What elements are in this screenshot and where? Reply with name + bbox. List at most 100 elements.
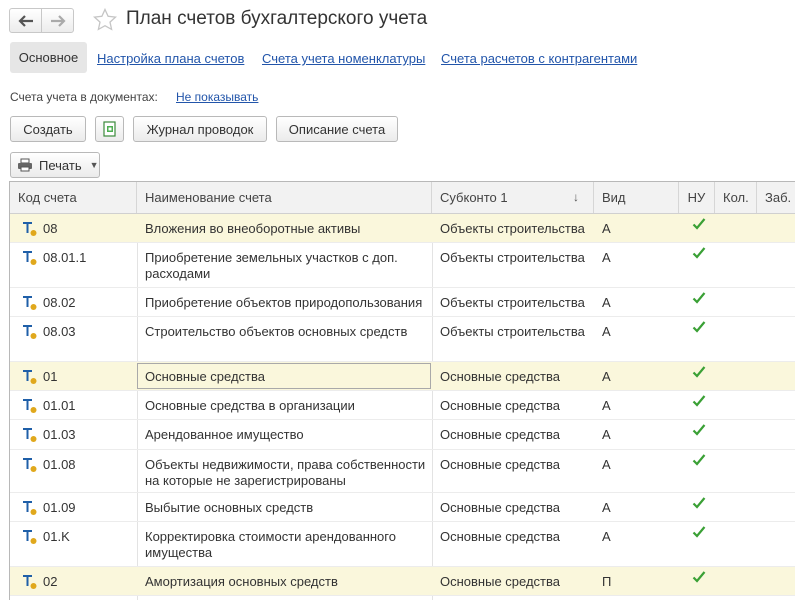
page-title: План счетов бухгалтерского учета [126,8,428,29]
table-row[interactable]: 01.03 Арендованное имущество Основные сред… [10,420,795,450]
account-type-icon [23,501,37,515]
table-row[interactable]: 08.02 Приобретение объектов природопользо… [10,288,795,317]
create-button[interactable]: Создать [10,116,86,142]
column-header-qty[interactable]: Кол. [715,182,757,213]
copy-button[interactable] [95,116,124,142]
tab-item-accounts[interactable]: Счета учета номенклатуры [262,51,425,66]
account-name: Корректировка стоимости арендованного им… [145,529,396,560]
account-type-icon [23,458,37,472]
checkmark-icon [692,395,706,407]
chevron-down-icon: ▼ [89,160,99,170]
table-row[interactable]: 08 Вложения во внеоборотные активы Объекты… [10,214,795,243]
account-code: 01.03 [43,427,76,442]
checkmark-icon [692,497,706,509]
tab-chart-settings[interactable]: Настройка плана счетов [97,51,244,66]
checkmark-icon [692,218,706,230]
subconto-cell: Основные средства [440,500,560,515]
table-row[interactable]: 01.08 Объекты недвижимости, права собстве… [10,450,795,493]
subconto-cell: Основные средства [440,369,560,384]
account-code-cell: 02 [22,567,140,590]
account-type-icon [23,428,37,442]
account-type-icon [23,222,37,236]
account-type-icon [23,575,37,589]
account-code: 01.01 [43,398,76,413]
table-row[interactable]: 08.03 Строительство объектов основных сре… [10,317,795,362]
account-code: 01 [43,369,58,384]
account-code-cell: 01.09 [22,493,140,516]
journal-entries-button[interactable]: Журнал проводок [133,116,267,142]
tab-counterparty-accounts[interactable]: Счета расчетов с контрагентами [441,51,637,66]
account-code: 08.02 [43,295,76,310]
checkmark-icon [692,454,706,466]
current-cell-focus [137,363,431,389]
subconto-cell: Основные средства [440,457,560,472]
account-code: 01.09 [43,500,76,515]
tax-accounting-cell [684,450,714,471]
print-label: Печать [39,157,82,173]
account-kind-cell: А [602,369,611,384]
account-type-icon [23,325,37,339]
account-name: Вложения во внеоборотные активы [145,221,361,236]
table-row[interactable]: 01.01 Основные средства в организации Осно… [10,391,795,420]
column-header-nu[interactable]: НУ [679,182,715,213]
column-header-offbalance[interactable]: Заб. [757,182,795,213]
table-row[interactable]: 01.K Корректировка стоимости арендованног… [10,522,795,567]
account-code: 01.K [43,529,70,544]
subconto-cell: Основные средства [440,574,560,589]
table-row[interactable]: 08.01.1 Приобретение земельных участков с… [10,243,795,288]
sort-arrow-icon: ↓ [573,190,579,204]
table-row[interactable]: 01.09 Выбытие основных средств Основные ср… [10,493,795,522]
account-code-cell: 08.01.1 [22,243,140,266]
account-description-button[interactable]: Описание счета [276,116,398,142]
column-header-code[interactable]: Код счета [10,182,137,213]
account-kind-cell: А [602,427,611,442]
account-kind-cell: А [602,295,611,310]
checkmark-icon [692,292,706,304]
account-code-cell: 08 [22,214,140,237]
account-code-cell: 01.K [22,522,140,545]
checkmark-icon [692,424,706,436]
account-kind-cell: А [602,250,611,265]
tax-accounting-cell [684,493,714,514]
tax-accounting-cell [684,214,714,235]
tab-main[interactable]: Основное [10,42,87,73]
account-type-icon [23,399,37,413]
account-kind-cell: А [602,398,611,413]
checkmark-icon [692,571,706,583]
account-name: Приобретение земельных участков с доп. р… [145,250,398,281]
column-header-kind[interactable]: Вид [594,182,679,213]
account-code: 08.01.1 [43,250,87,265]
subconto-cell: Основные средства [440,427,560,442]
checkmark-icon [692,526,706,538]
arrow-left-icon [17,14,33,27]
accounts-table: Код счета Наименование счета Субконто 1 … [9,181,795,600]
docs-accounts-link[interactable]: Не показывать [176,90,258,104]
tax-accounting-cell [684,317,714,338]
column-header-name[interactable]: Наименование счета [137,182,432,213]
forward-button[interactable] [41,8,74,33]
account-type-icon [23,251,37,265]
tax-accounting-cell [684,420,714,441]
column-header-subconto[interactable]: Субконто 1 ↓ [432,182,594,213]
tax-accounting-cell [684,243,714,264]
table-row[interactable]: 01 Основные средства Основные средства А [10,362,795,391]
account-code-cell: 08.02 [22,288,140,311]
table-row[interactable]: 02 Амортизация основных средств Основные с… [10,567,795,596]
table-header: Код счета Наименование счета Субконто 1 … [10,182,795,214]
arrow-right-icon [50,14,66,27]
account-code: 08 [43,221,58,236]
back-button[interactable] [9,8,42,33]
account-code-cell: 08.03 [22,317,140,340]
docs-accounts-label: Счета учета в документах: [10,90,158,104]
star-favorite-icon[interactable] [92,7,118,33]
tax-accounting-cell [684,391,714,412]
checkmark-icon [692,321,706,333]
print-button[interactable]: Печать ▼ [10,152,100,178]
account-code: 02 [43,574,58,589]
subconto-cell: Основные средства [440,529,560,544]
account-code-cell: 01.01 [22,391,140,414]
account-code-cell: 01.08 [22,450,140,473]
subconto-cell: Объекты строительства [440,221,585,236]
account-name: Строительство объектов основных средств [145,324,408,339]
account-type-icon [23,370,37,384]
